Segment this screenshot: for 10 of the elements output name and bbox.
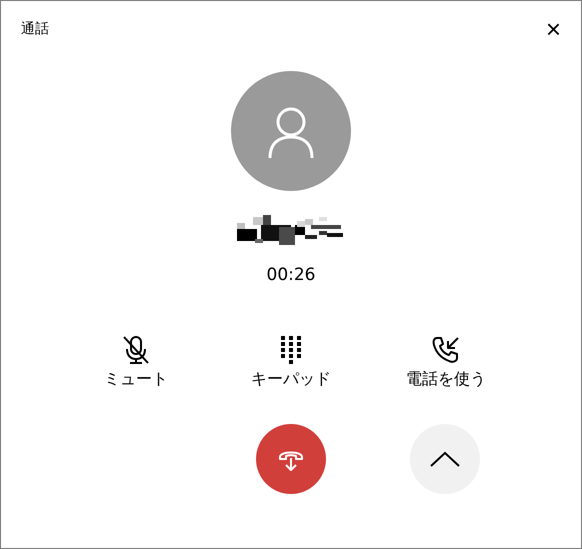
- call-action-button[interactable]: キーパッド: [214, 335, 368, 390]
- call-timer: 00:26: [266, 265, 316, 285]
- call-action-button[interactable]: 電話を使う: [368, 335, 524, 390]
- phone-arrow-icon: [431, 335, 461, 365]
- close-button[interactable]: ×: [542, 16, 565, 42]
- window-title: 通話: [21, 20, 49, 38]
- keypad-icon: [279, 335, 303, 365]
- call-action-button[interactable]: ミュート: [58, 335, 214, 390]
- mic-off-icon: [122, 335, 150, 365]
- chevron-up-icon: [429, 450, 461, 468]
